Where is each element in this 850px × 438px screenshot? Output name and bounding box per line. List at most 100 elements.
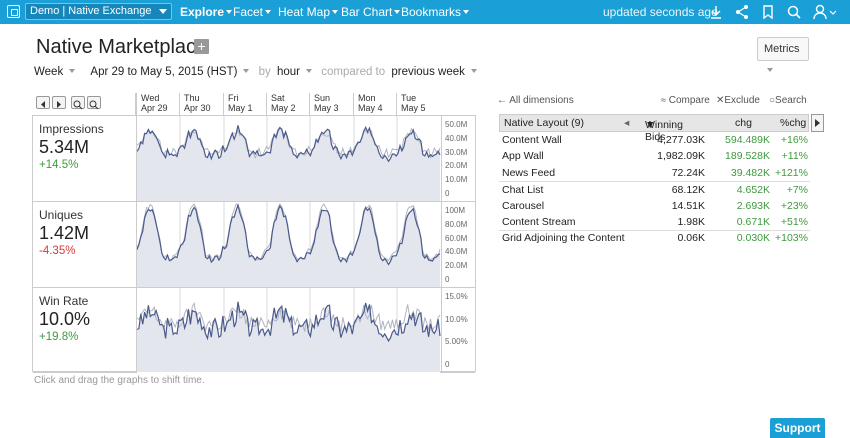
metric-change: +19.8% bbox=[39, 331, 79, 343]
chevron-down-icon bbox=[470, 69, 477, 73]
date-range-select[interactable]: Apr 29 to May 5, 2015 (HST) bbox=[90, 66, 252, 78]
axis-tick: 20.0M bbox=[445, 261, 468, 271]
day-label: Sun bbox=[314, 93, 331, 103]
compare-icon: ≈ bbox=[661, 95, 666, 105]
chg-header[interactable]: chg bbox=[735, 117, 752, 129]
axis-tick: 60.0M bbox=[445, 233, 468, 243]
axis-tick: 40.0M bbox=[445, 133, 468, 143]
row-pchg: +16% bbox=[780, 134, 808, 146]
date-label: May 5 bbox=[401, 103, 426, 113]
axis-tick: 10.0% bbox=[445, 314, 468, 324]
table-header: Native Layout (9) ◂ Winning Bids ▼ chg %… bbox=[499, 114, 809, 143]
row-chg: 0.671K bbox=[736, 216, 770, 228]
series-area-current bbox=[137, 205, 440, 287]
row-name: Content Stream bbox=[502, 216, 576, 228]
datasource-select[interactable]: Demo | Native Exchange bbox=[25, 3, 172, 20]
date-column: Fri May 1 bbox=[223, 93, 253, 115]
y-axis: 15.0% 10.0% 5.00% 0 bbox=[441, 288, 475, 373]
dimension-header[interactable]: Native Layout (9) bbox=[504, 117, 584, 129]
row-chg: 189.528K bbox=[725, 150, 770, 162]
nav-facet[interactable]: Facet bbox=[233, 5, 272, 19]
row-name: Chat List bbox=[502, 184, 544, 196]
zoom-in-icon[interactable] bbox=[71, 96, 85, 110]
series-area-current bbox=[137, 125, 440, 201]
table-row[interactable]: App Wall 1,982.09K 189.528K +11% bbox=[499, 149, 810, 165]
metric-row[interactable]: Uniques 1.42M -4.35% 100M 80.0M 60.0M 40.0M 20.… bbox=[33, 202, 475, 288]
y-axis: 100M 80.0M 60.0M 40.0M 20.0M 0 bbox=[441, 202, 475, 287]
metric-charts-panel[interactable]: Impressions 5.34M +14.5% 50.0M 40.0M 30.0M 20.… bbox=[32, 115, 476, 373]
pchg-header[interactable]: %chg bbox=[780, 117, 806, 129]
chevron-down-icon bbox=[265, 10, 272, 14]
metric-sparkline[interactable] bbox=[136, 116, 441, 201]
table-row[interactable]: News Feed 72.24K 39.482K +121% bbox=[499, 166, 810, 182]
compare-button[interactable]: ≈ Compare bbox=[661, 95, 710, 106]
axis-tick: 10.0M bbox=[445, 175, 468, 185]
sort-desc-icon: ▼ bbox=[645, 119, 656, 131]
row-winning-bids: 0.06K bbox=[677, 232, 705, 244]
nav-bar-chart[interactable]: Bar Chart bbox=[341, 5, 401, 19]
nav-bookmarks[interactable]: Bookmarks bbox=[401, 5, 470, 19]
metric-summary: Win Rate 10.0% +19.8% bbox=[39, 294, 90, 343]
scroll-left-icon[interactable]: ◂ bbox=[624, 117, 629, 129]
download-icon[interactable] bbox=[708, 3, 724, 21]
row-pchg: +23% bbox=[780, 200, 808, 212]
add-view-button[interactable]: + bbox=[194, 39, 209, 54]
metric-row[interactable]: Impressions 5.34M +14.5% 50.0M 40.0M 30.0M 20.… bbox=[33, 116, 475, 202]
comparison-select[interactable]: previous week bbox=[391, 66, 480, 78]
row-pchg: +7% bbox=[786, 184, 808, 196]
bookmark-icon[interactable] bbox=[760, 3, 776, 21]
axis-tick: 15.0% bbox=[445, 292, 468, 301]
metric-name: Uniques bbox=[39, 208, 84, 222]
app-logo-icon[interactable] bbox=[7, 5, 20, 18]
table-row[interactable]: Carousel 14.51K 2.693K +23% bbox=[499, 199, 810, 215]
axis-tick: 0 bbox=[445, 275, 450, 284]
table-row[interactable]: Content Wall 4,277.03K 594.489K +16% bbox=[499, 133, 810, 149]
drag-hint: Click and drag the graphs to shift time. bbox=[34, 375, 205, 386]
granularity-select[interactable]: Week bbox=[34, 66, 78, 78]
scroll-right-icon[interactable] bbox=[811, 114, 824, 132]
exclude-button[interactable]: ✕Exclude bbox=[716, 95, 760, 106]
table-row[interactable]: Chat List 68.12K 4.652K +7% bbox=[499, 183, 810, 199]
nav-explore[interactable]: Explore bbox=[180, 5, 233, 19]
date-label: May 1 bbox=[228, 103, 253, 113]
day-label: Mon bbox=[358, 93, 376, 103]
dimension-toolbar: ← All dimensions ≈ Compare ✕Exclude ○Sea… bbox=[497, 95, 812, 109]
row-chg: 4.652K bbox=[736, 184, 770, 196]
row-winning-bids: 1,982.09K bbox=[657, 150, 705, 162]
row-chg: 2.693K bbox=[736, 200, 770, 212]
search-icon[interactable] bbox=[786, 3, 802, 21]
axis-tick: 100M bbox=[445, 206, 466, 215]
series-area-current bbox=[137, 301, 440, 372]
metrics-button[interactable]: Metrics bbox=[757, 37, 809, 72]
row-name: Grid Adjoining the Content bbox=[502, 232, 625, 244]
table-row[interactable]: Grid Adjoining the Content 0.06K 0.030K +10… bbox=[499, 231, 810, 247]
share-icon[interactable] bbox=[734, 3, 750, 21]
bucket-select[interactable]: hour bbox=[277, 66, 315, 78]
support-button[interactable]: Support bbox=[770, 418, 825, 438]
by-label: by bbox=[258, 66, 271, 78]
row-winning-bids: 72.24K bbox=[671, 167, 705, 179]
axis-tick: 20.0M bbox=[445, 161, 468, 171]
date-column: Tue May 5 bbox=[396, 93, 426, 115]
row-winning-bids: 1.98K bbox=[677, 216, 705, 228]
user-menu-icon[interactable] bbox=[812, 3, 838, 21]
metric-sparkline[interactable] bbox=[136, 202, 441, 287]
axis-tick: 5.00% bbox=[445, 337, 468, 347]
chevron-down-icon bbox=[767, 68, 773, 72]
row-chg: 39.482K bbox=[730, 167, 770, 179]
page-title: Native Marketplace bbox=[36, 36, 208, 58]
pan-left-button[interactable] bbox=[36, 96, 50, 109]
chevron-down-icon bbox=[159, 9, 167, 14]
axis-tick: 0 bbox=[445, 360, 450, 369]
row-name: Content Wall bbox=[502, 134, 562, 146]
updated-status: updated seconds ago bbox=[603, 5, 718, 19]
table-row[interactable]: Content Stream 1.98K 0.671K +51% bbox=[499, 215, 810, 231]
metric-row[interactable]: Win Rate 10.0% +19.8% 15.0% 10.0% 5.00% 0 bbox=[33, 288, 475, 373]
zoom-out-icon[interactable] bbox=[87, 96, 101, 110]
metric-sparkline[interactable] bbox=[136, 288, 441, 373]
row-chg: 594.489K bbox=[725, 134, 770, 146]
all-dimensions-link[interactable]: ← All dimensions bbox=[497, 95, 574, 106]
nav-heat-map[interactable]: Heat Map bbox=[278, 5, 339, 19]
search-button[interactable]: ○Search bbox=[769, 95, 807, 106]
pan-right-button[interactable] bbox=[52, 96, 66, 109]
